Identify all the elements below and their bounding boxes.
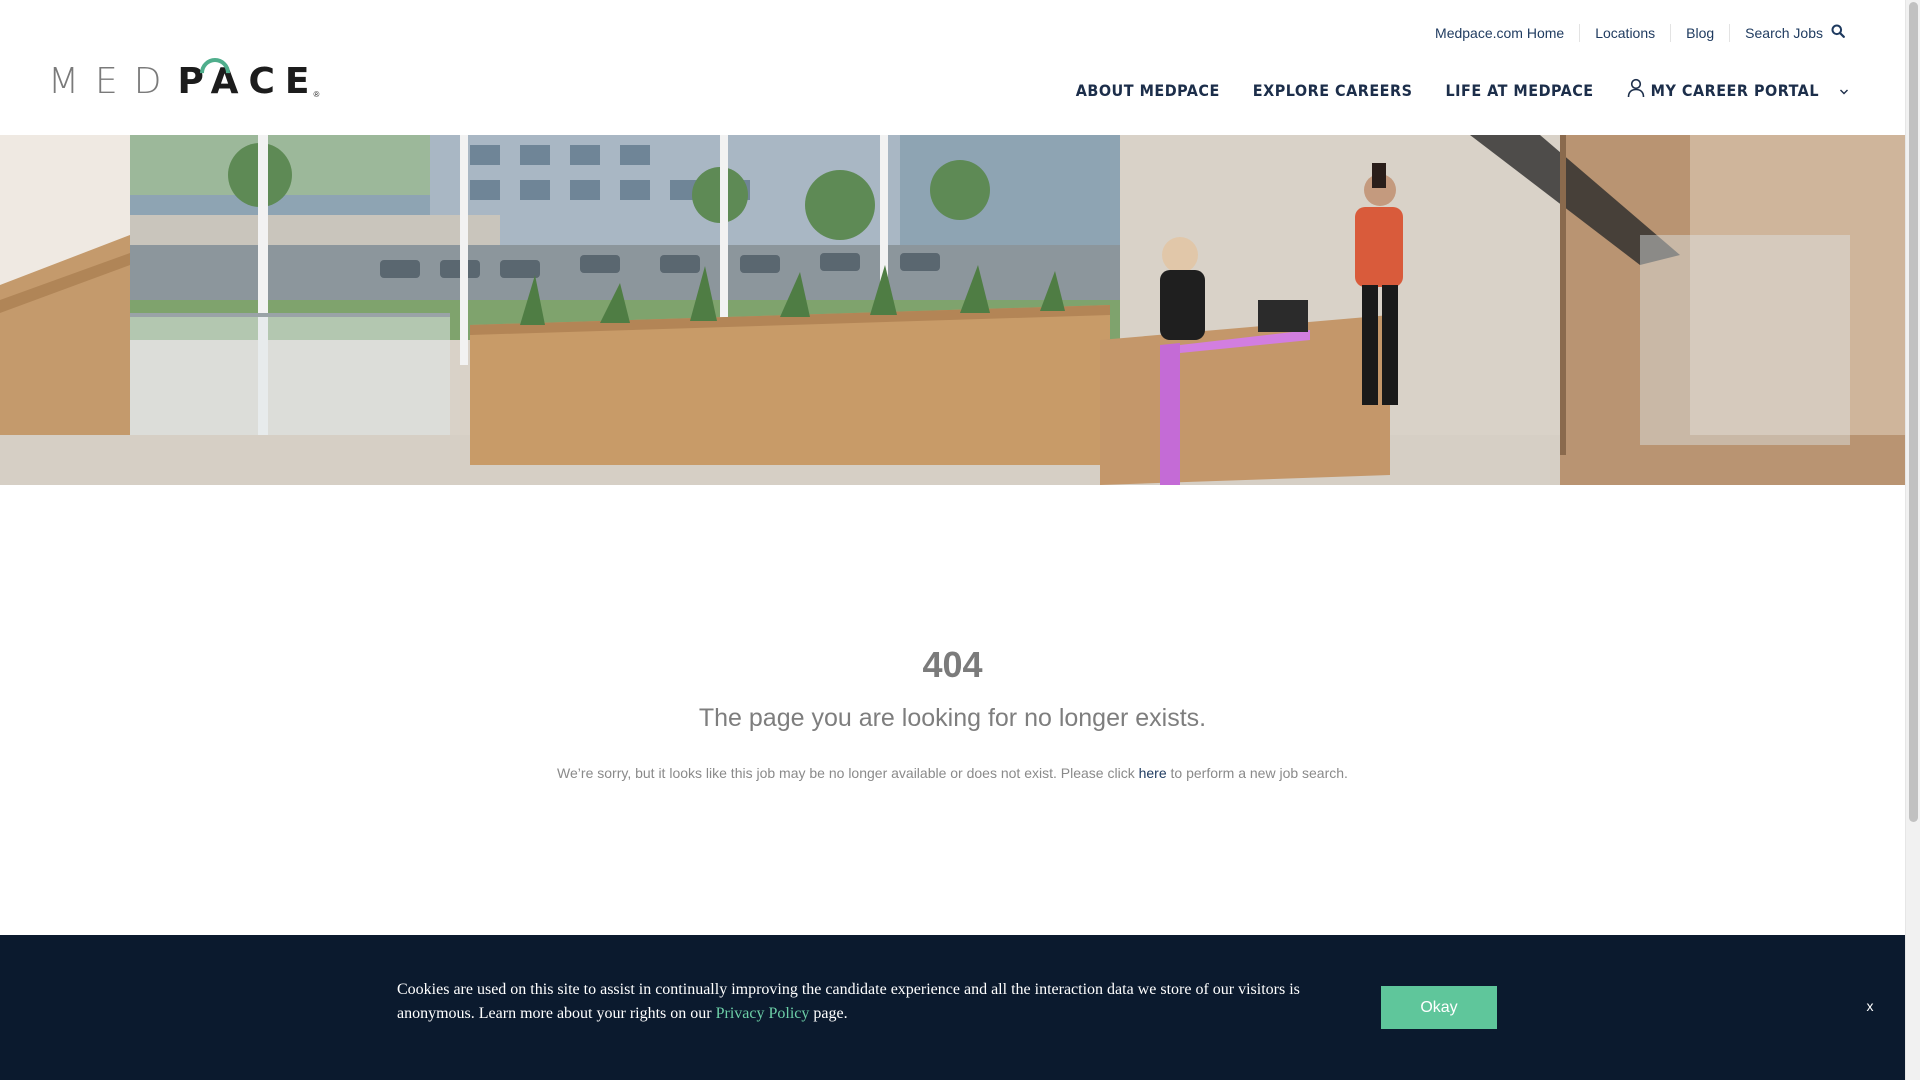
cookie-close-button[interactable]: x [1862, 998, 1878, 1014]
cookie-message: Cookies are used on this site to assist … [397, 978, 1317, 1026]
nav-explore-careers[interactable]: EXPLORE CAREERS [1253, 81, 1413, 100]
nav-my-career-portal[interactable]: MY CAREER PORTAL [1627, 78, 1849, 102]
cookie-banner: Cookies are used on this site to assist … [0, 935, 1905, 1080]
search-jobs-link[interactable]: Search Jobs [1729, 24, 1860, 42]
cookie-text-before: Cookies are used on this site to assist … [397, 981, 1300, 1022]
site-header: MED PACE ® Medpace.com Home Locations Bl… [0, 0, 1905, 135]
nav-about-medpace[interactable]: ABOUT MEDPACE [1076, 81, 1220, 100]
portal-label: MY CAREER PORTAL [1650, 80, 1819, 100]
search-jobs-label: Search Jobs [1745, 25, 1823, 41]
privacy-policy-link[interactable]: Privacy Policy [716, 1005, 810, 1022]
logo-text-light: MED [48, 61, 178, 102]
hero-image [0, 135, 1905, 485]
scrollbar-thumb[interactable] [1909, 2, 1918, 822]
error-desc-text-after: to perform a new job search. [1166, 765, 1348, 781]
nav-life-at-medpace[interactable]: LIFE AT MEDPACE [1445, 81, 1593, 100]
cookie-okay-button[interactable]: Okay [1381, 986, 1497, 1029]
util-link-blog[interactable]: Blog [1670, 24, 1729, 42]
error-content: 404 The page you are looking for no long… [0, 485, 1905, 935]
util-link-medpace-home[interactable]: Medpace.com Home [1420, 24, 1579, 42]
error-title: The page you are looking for no longer e… [698, 704, 1207, 732]
chevron-down-icon [1839, 81, 1849, 100]
error-code: 404 [922, 644, 983, 685]
util-link-locations[interactable]: Locations [1579, 24, 1670, 42]
user-icon [1627, 78, 1645, 102]
new-search-link[interactable]: here [1139, 765, 1167, 781]
utility-nav: Medpace.com Home Locations Blog Search J… [1420, 24, 1860, 42]
search-icon [1831, 24, 1845, 42]
error-description: We’re sorry, but it looks like this job … [0, 764, 1905, 782]
error-desc-text-before: We’re sorry, but it looks like this job … [557, 765, 1139, 781]
page: MED PACE ® Medpace.com Home Locations Bl… [0, 0, 1905, 1080]
page-scrollbar[interactable] [1905, 0, 1920, 1080]
cookie-text-after: page. [809, 1005, 848, 1022]
medpace-logo[interactable]: MED PACE ® [48, 51, 319, 102]
main-nav: ABOUT MEDPACE EXPLORE CAREERS LIFE AT ME… [1076, 78, 1849, 102]
